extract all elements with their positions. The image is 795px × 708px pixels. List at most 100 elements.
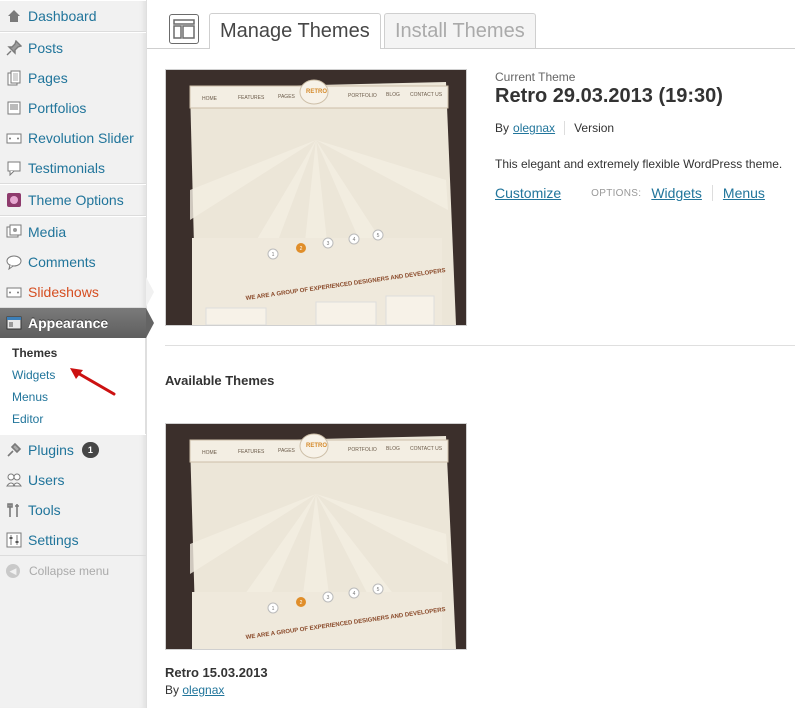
sidebar-item-testimonials[interactable]: Testimonials bbox=[0, 153, 146, 183]
version-label: Version bbox=[574, 121, 615, 135]
sidebar-item-label: Appearance bbox=[28, 315, 109, 331]
by-label: By bbox=[165, 683, 180, 697]
menu-group-theme-options: Theme Options bbox=[0, 184, 146, 216]
preview-step: 2 bbox=[300, 246, 303, 252]
widgets-link[interactable]: Widgets bbox=[651, 185, 702, 201]
themes-screen-icon bbox=[169, 14, 199, 44]
available-themes-heading: Available Themes bbox=[165, 373, 275, 388]
menu-group-dashboard: Dashboard bbox=[0, 0, 146, 32]
options-divider bbox=[711, 185, 713, 201]
sidebar-item-label: Media bbox=[28, 224, 67, 240]
sidebar-item-label: Tools bbox=[28, 502, 61, 518]
admin-sidebar: Dashboard Posts Pages Portfolios Revolut… bbox=[0, 0, 154, 708]
appearance-icon bbox=[6, 315, 22, 331]
menu-group-admin: Plugins 1 Users Tools Settings bbox=[0, 434, 146, 556]
preview-step: 2 bbox=[300, 600, 303, 606]
theme-options-icon bbox=[6, 192, 22, 208]
sidebar-item-label: Testimonials bbox=[28, 160, 106, 176]
current-theme-description: This elegant and extremely flexible Word… bbox=[495, 157, 783, 171]
plugin-update-badge: 1 bbox=[81, 442, 99, 458]
theme-preview-image: HOME FEATURES PAGES PORTFOLIO BLOG CONTA… bbox=[166, 424, 466, 649]
current-theme-screenshot: HOME FEATURES PAGES PORTFOLIO BLOG CONTA… bbox=[165, 69, 467, 326]
customize-link[interactable]: Customize bbox=[495, 185, 561, 201]
sidebar-item-media[interactable]: Media bbox=[0, 217, 146, 247]
preview-nav-item: HOME bbox=[202, 96, 218, 102]
menus-link[interactable]: Menus bbox=[723, 185, 765, 201]
author-link[interactable]: olegnax bbox=[513, 121, 555, 135]
submenu-themes[interactable]: Themes bbox=[0, 342, 145, 364]
main-content: Manage Themes Install Themes HOME FEATUR… bbox=[147, 0, 795, 708]
speech-icon bbox=[6, 160, 22, 176]
sidebar-item-label: Pages bbox=[28, 70, 68, 86]
options-label: OPTIONS: bbox=[591, 187, 642, 199]
preview-nav-item: HOME bbox=[202, 450, 218, 456]
preview-step: 4 bbox=[353, 591, 356, 597]
sidebar-item-settings[interactable]: Settings bbox=[0, 525, 146, 555]
sidebar-item-label: Theme Options bbox=[28, 192, 124, 208]
preview-nav-item: BLOG bbox=[386, 446, 400, 452]
preview-nav-item: PORTFOLIO bbox=[348, 93, 377, 99]
pin-icon bbox=[6, 40, 22, 56]
current-theme-label: Current Theme bbox=[495, 70, 576, 84]
author-link[interactable]: olegnax bbox=[182, 683, 224, 697]
preview-nav-item: CONTACT US bbox=[410, 446, 443, 452]
preview-nav-item: PAGES bbox=[278, 94, 296, 100]
current-theme-meta: By olegnax Version bbox=[495, 121, 614, 135]
users-icon bbox=[6, 472, 22, 488]
sidebar-item-label: Comments bbox=[28, 254, 96, 270]
sidebar-item-dashboard[interactable]: Dashboard bbox=[0, 1, 146, 31]
sidebar-item-label: Dashboard bbox=[28, 8, 97, 24]
sidebar-item-label: Plugins bbox=[28, 442, 74, 458]
preview-nav-item: PORTFOLIO bbox=[348, 447, 377, 453]
preview-step: 1 bbox=[272, 606, 275, 612]
plugin-icon bbox=[6, 442, 22, 458]
available-theme-author: By olegnax bbox=[165, 683, 224, 697]
settings-icon bbox=[6, 532, 22, 548]
sidebar-item-pages[interactable]: Pages bbox=[0, 63, 146, 93]
sidebar-item-comments[interactable]: Comments bbox=[0, 247, 146, 277]
preview-nav-item: FEATURES bbox=[238, 95, 265, 101]
sidebar-item-portfolios[interactable]: Portfolios bbox=[0, 93, 146, 123]
sidebar-item-plugins[interactable]: Plugins 1 bbox=[0, 435, 146, 465]
current-theme-title: Retro 29.03.2013 (19:30) bbox=[495, 85, 723, 107]
sidebar-item-label: Slideshows bbox=[28, 284, 99, 300]
theme-preview-image: HOME FEATURES PAGES PORTFOLIO BLOG CONTA… bbox=[166, 70, 466, 325]
preview-step: 5 bbox=[377, 587, 380, 593]
menu-group-content: Posts Pages Portfolios Revolution Slider… bbox=[0, 32, 146, 184]
sidebar-item-revolution-slider[interactable]: Revolution Slider bbox=[0, 123, 146, 153]
media-icon bbox=[6, 224, 22, 240]
sidebar-item-slideshows[interactable]: Slideshows bbox=[0, 277, 154, 307]
section-divider bbox=[165, 345, 795, 346]
sidebar-item-tools[interactable]: Tools bbox=[0, 495, 146, 525]
comment-icon bbox=[6, 254, 22, 270]
preview-step: 3 bbox=[327, 595, 330, 601]
collapse-menu-label: Collapse menu bbox=[29, 564, 110, 578]
preview-logo: RETRO bbox=[306, 443, 327, 449]
dashboard-icon bbox=[6, 8, 22, 24]
slider-icon bbox=[6, 130, 22, 146]
sidebar-item-label: Settings bbox=[28, 532, 79, 548]
tab-manage-themes[interactable]: Manage Themes bbox=[209, 13, 381, 49]
portfolio-icon bbox=[6, 100, 22, 116]
sidebar-item-posts[interactable]: Posts bbox=[0, 33, 146, 63]
menu-group-media: Media Comments Slideshows bbox=[0, 216, 154, 308]
sidebar-item-theme-options[interactable]: Theme Options bbox=[0, 185, 146, 215]
by-label: By bbox=[495, 121, 510, 135]
collapse-menu-button[interactable]: ◀ Collapse menu bbox=[0, 556, 146, 586]
submenu-editor[interactable]: Editor bbox=[0, 408, 145, 430]
preview-nav-item: BLOG bbox=[386, 92, 400, 98]
preview-nav-item: FEATURES bbox=[238, 449, 265, 455]
preview-step: 3 bbox=[327, 241, 330, 247]
tools-icon bbox=[6, 502, 22, 518]
pages-icon bbox=[6, 70, 22, 86]
sidebar-item-label: Posts bbox=[28, 40, 64, 56]
available-theme-name: Retro 15.03.2013 bbox=[165, 665, 268, 680]
preview-step: 5 bbox=[377, 233, 380, 239]
preview-step: 4 bbox=[353, 237, 356, 243]
available-theme-screenshot[interactable]: HOME FEATURES PAGES PORTFOLIO BLOG CONTA… bbox=[165, 423, 467, 650]
preview-nav-item: PAGES bbox=[278, 448, 296, 454]
tab-install-themes[interactable]: Install Themes bbox=[384, 13, 536, 48]
sidebar-item-users[interactable]: Users bbox=[0, 465, 146, 495]
sidebar-item-appearance[interactable]: Appearance bbox=[0, 308, 154, 338]
preview-step: 1 bbox=[272, 252, 275, 258]
